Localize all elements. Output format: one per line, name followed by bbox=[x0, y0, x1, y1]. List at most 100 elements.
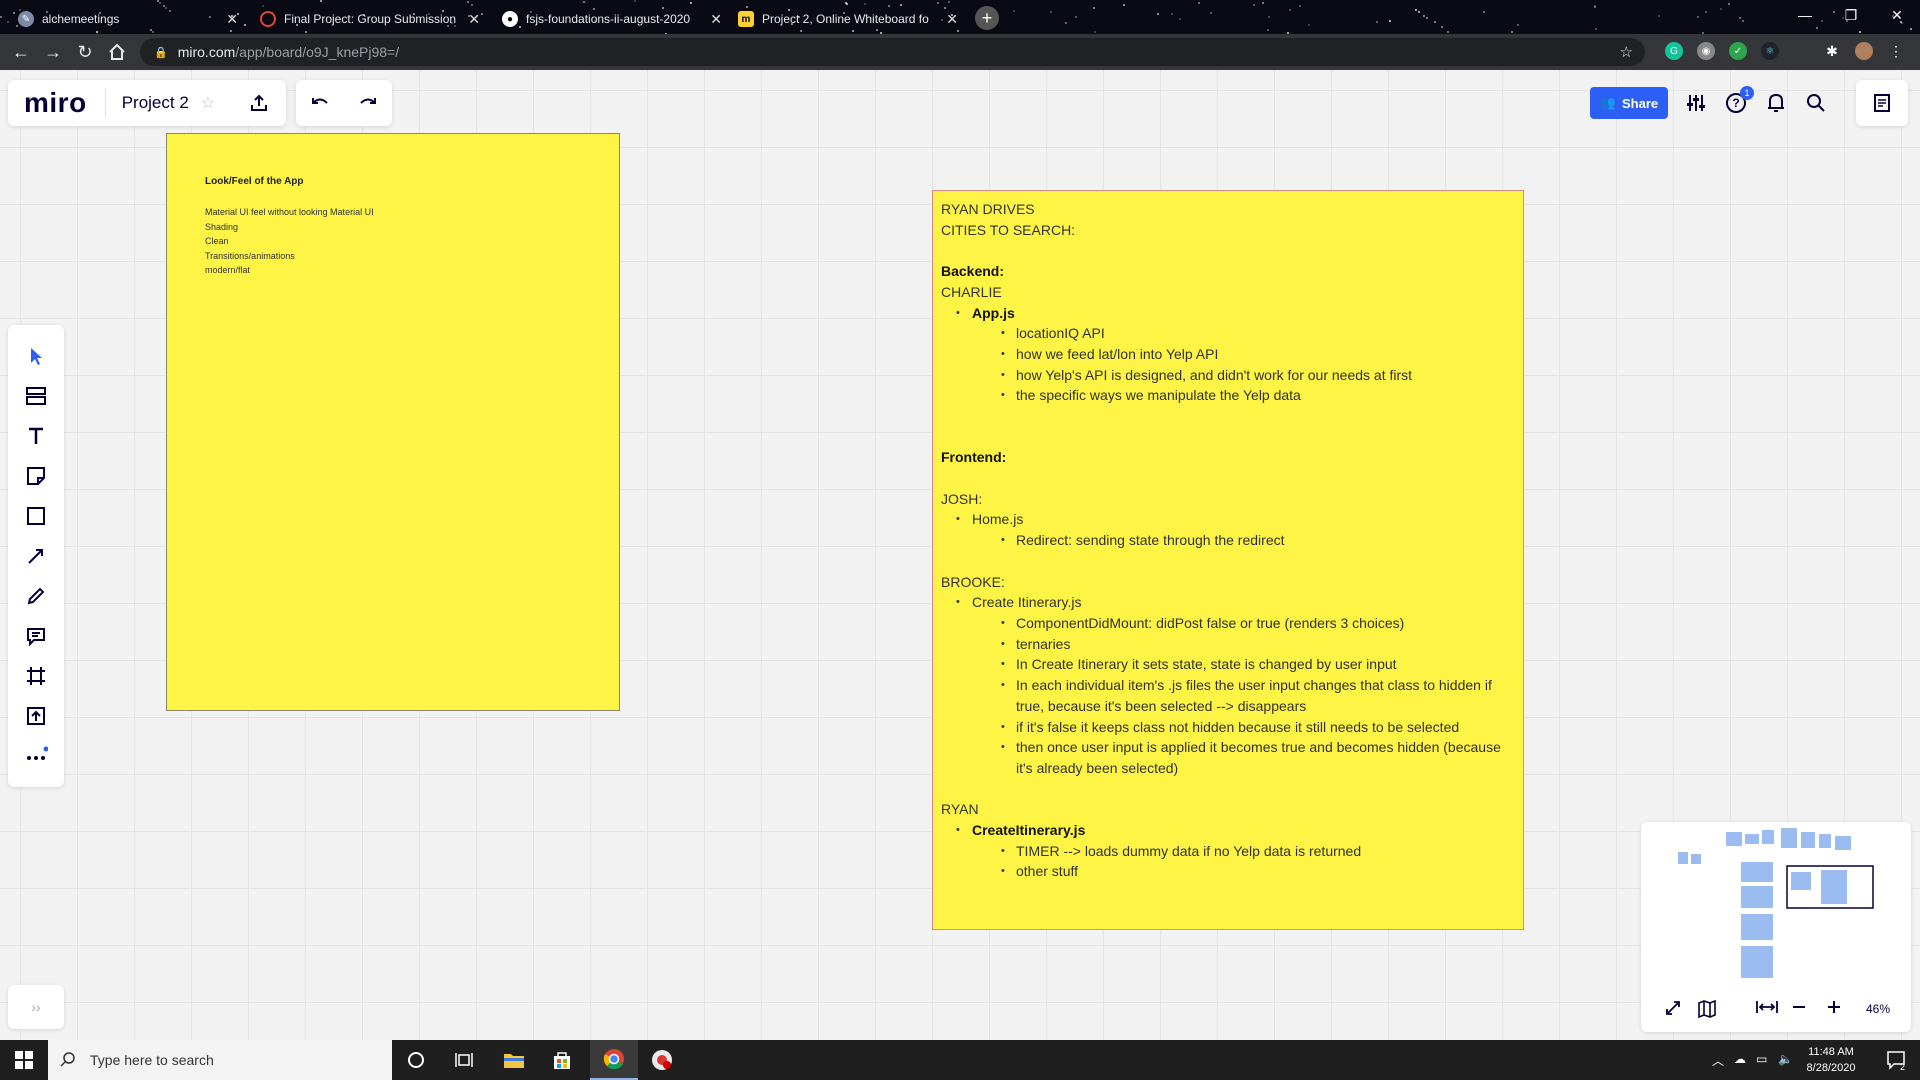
cursor-icon[interactable] bbox=[8, 337, 64, 375]
checkmark-extension-icon[interactable]: ✓ bbox=[1729, 42, 1747, 60]
onedrive-icon[interactable]: ☁ bbox=[1734, 1052, 1746, 1066]
map-icon[interactable] bbox=[1697, 1000, 1719, 1022]
background-star bbox=[1434, 21, 1436, 23]
tab-favicon-icon: ✎ bbox=[18, 11, 34, 27]
chrome-menu-icon[interactable]: ⋮ bbox=[1887, 42, 1905, 60]
frame-icon[interactable] bbox=[8, 657, 64, 695]
browser-tab-miro[interactable]: m Project 2, Online Whiteboard fo ✕ bbox=[728, 4, 968, 34]
notes-icon[interactable] bbox=[1868, 90, 1896, 116]
background-star bbox=[1123, 4, 1125, 6]
sticky-line: Shading bbox=[205, 221, 239, 232]
more-icon[interactable] bbox=[8, 737, 64, 775]
board-name[interactable]: Project 2 bbox=[122, 93, 189, 113]
background-star bbox=[1739, 17, 1741, 19]
sticky-note-icon[interactable] bbox=[8, 457, 64, 495]
windows-icon[interactable] bbox=[0, 1040, 48, 1080]
minimize-window-button[interactable]: — bbox=[1782, 0, 1828, 30]
close-window-button[interactable]: ✕ bbox=[1874, 0, 1920, 30]
star-icon[interactable]: ☆ bbox=[201, 93, 215, 113]
file-explorer-icon[interactable] bbox=[490, 1040, 538, 1080]
zoom-level[interactable]: 46% bbox=[1866, 1002, 1890, 1016]
sticky-line: RYAN bbox=[941, 801, 979, 818]
background-star bbox=[1705, 11, 1707, 13]
brooke-list: Create Itinerary.js ComponentDidMount: d… bbox=[941, 592, 1515, 778]
network-icon[interactable]: ▭ bbox=[1756, 1052, 1767, 1066]
shape-icon[interactable] bbox=[8, 497, 64, 535]
cortana-icon[interactable] bbox=[392, 1040, 440, 1080]
fit-to-screen-icon[interactable] bbox=[1756, 1000, 1778, 1022]
minimap-view[interactable] bbox=[1641, 822, 1911, 990]
tab-close-icon[interactable]: ✕ bbox=[468, 11, 480, 28]
background-star bbox=[1171, 13, 1173, 15]
store-icon[interactable] bbox=[538, 1040, 586, 1080]
extension-icon[interactable]: ◉ bbox=[1697, 42, 1715, 60]
pen-icon[interactable] bbox=[8, 577, 64, 615]
extensions-puzzle-icon[interactable]: ✱ bbox=[1823, 42, 1841, 60]
background-star bbox=[1595, 28, 1597, 30]
miro-logo[interactable]: miro bbox=[8, 87, 105, 119]
background-star bbox=[1728, 3, 1730, 5]
bell-icon[interactable] bbox=[1762, 90, 1790, 116]
tab-close-icon[interactable]: ✕ bbox=[946, 11, 958, 28]
background-star bbox=[1742, 20, 1744, 22]
list-item: App.js bbox=[972, 304, 1015, 321]
sticky-note-look-feel[interactable]: Look/Feel of the App Material UI feel wi… bbox=[166, 133, 620, 711]
templates-icon[interactable] bbox=[8, 377, 64, 415]
upload-icon[interactable] bbox=[8, 697, 64, 735]
forward-icon[interactable]: → bbox=[40, 39, 66, 65]
sticky-line: Material UI feel without looking Materia… bbox=[205, 207, 374, 217]
tab-close-icon[interactable]: ✕ bbox=[226, 11, 238, 28]
sticky-note-presentation-plan[interactable]: RYAN DRIVES CITIES TO SEARCH: Backend: C… bbox=[932, 190, 1524, 930]
search-icon[interactable] bbox=[1802, 90, 1830, 116]
sticky-line: BROOKE: bbox=[941, 573, 1005, 590]
tray-chevron-icon[interactable]: ︿ bbox=[1712, 1052, 1724, 1069]
export-icon[interactable] bbox=[244, 90, 274, 116]
taskbar-search-input[interactable]: Type here to search bbox=[48, 1040, 392, 1080]
connector-icon[interactable] bbox=[8, 537, 64, 575]
github-icon: ● bbox=[502, 11, 518, 27]
undo-icon[interactable] bbox=[306, 90, 334, 116]
settings-sliders-icon[interactable] bbox=[1682, 90, 1710, 116]
sticky-line: modern/flat bbox=[205, 265, 251, 275]
maximize-window-button[interactable]: ❐ bbox=[1828, 0, 1874, 30]
back-icon[interactable]: ← bbox=[8, 39, 34, 65]
sticky-line: Transitions/animations bbox=[205, 250, 295, 261]
fullscreen-icon[interactable] bbox=[1665, 1000, 1687, 1022]
sticky-line: Clean bbox=[205, 236, 229, 246]
slack-app-icon[interactable] bbox=[638, 1040, 686, 1080]
profile-avatar[interactable] bbox=[1855, 42, 1873, 60]
bookmark-star-icon[interactable]: ☆ bbox=[1620, 43, 1633, 61]
grammarly-extension-icon[interactable]: G bbox=[1665, 42, 1683, 60]
zoom-out-icon[interactable] bbox=[1792, 1000, 1814, 1022]
reload-icon[interactable]: ↻ bbox=[72, 39, 98, 65]
volume-icon[interactable]: 🔈 bbox=[1778, 1052, 1793, 1066]
zoom-in-icon[interactable] bbox=[1827, 1000, 1849, 1022]
expand-chevron-icon[interactable]: ›› bbox=[22, 995, 50, 1019]
browser-tab-alchemeetings[interactable]: ✎ alchemeetings ✕ bbox=[8, 4, 248, 34]
svg-text:?: ? bbox=[1732, 96, 1739, 110]
task-view-icon[interactable] bbox=[440, 1040, 488, 1080]
text-icon[interactable] bbox=[8, 417, 64, 455]
redo-icon[interactable] bbox=[354, 90, 382, 116]
notes-panel bbox=[1856, 80, 1908, 126]
background-star bbox=[1418, 11, 1420, 13]
system-clock[interactable]: 11:48 AM 8/28/2020 bbox=[1796, 1044, 1866, 1076]
left-toolbar bbox=[8, 325, 64, 787]
address-bar[interactable]: 🔒 miro.com/app/board/o9J_knePj98=/ ☆ bbox=[140, 38, 1645, 66]
notifications-icon[interactable]: 2 bbox=[1872, 1040, 1920, 1080]
browser-tab-final-project[interactable]: Final Project: Group Submission ✕ bbox=[250, 4, 490, 34]
home-icon[interactable] bbox=[104, 39, 130, 65]
chrome-icon[interactable] bbox=[590, 1040, 638, 1080]
undo-redo-panel bbox=[296, 80, 392, 126]
comment-icon[interactable] bbox=[8, 617, 64, 655]
background-star bbox=[1415, 9, 1417, 11]
windows-taskbar: Type here to search ︿ ☁ ▭ 🔈 11:48 AM 8/2… bbox=[0, 1040, 1920, 1080]
browser-tab-github[interactable]: ● fsjs-foundations-ii-august-2020 ✕ bbox=[492, 4, 732, 34]
new-tab-button[interactable]: + bbox=[975, 6, 999, 30]
tab-close-icon[interactable]: ✕ bbox=[710, 11, 722, 28]
react-devtools-icon[interactable]: ⚛ bbox=[1761, 42, 1779, 60]
share-button[interactable]: 👥 Share bbox=[1590, 87, 1668, 119]
